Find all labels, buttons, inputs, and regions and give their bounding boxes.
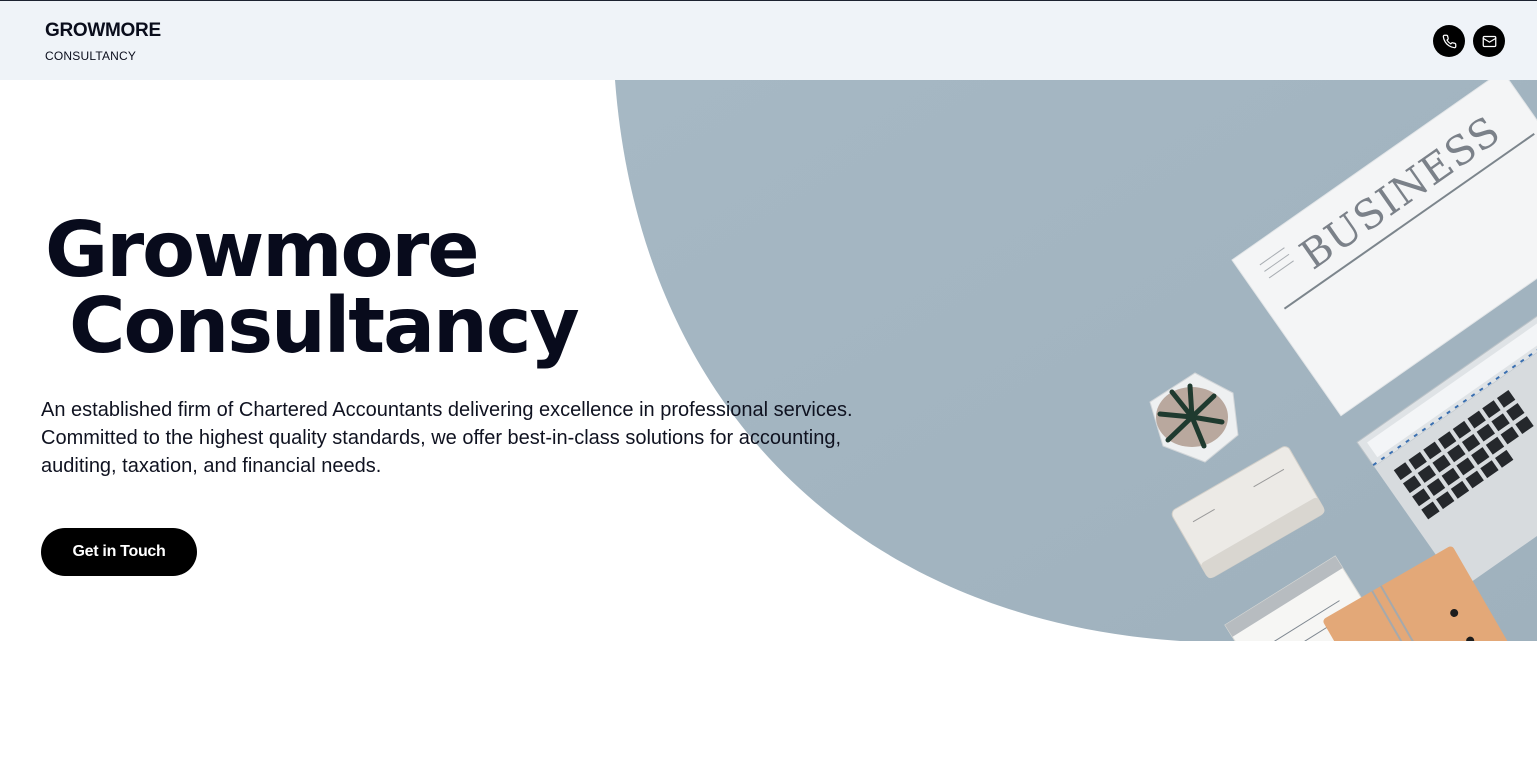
phone-icon — [1442, 34, 1456, 48]
site-header: GROWMORE CONSULTANCY — [0, 1, 1537, 80]
hero-title-line1: Growmore — [45, 206, 480, 295]
brand-logo[interactable]: GROWMORE CONSULTANCY — [45, 20, 161, 63]
hero-title-line2: Consultancy — [69, 282, 580, 371]
phone-button[interactable] — [1433, 25, 1465, 57]
mail-icon — [1482, 35, 1496, 47]
hero-title: Growmore Consultancy — [45, 206, 580, 371]
hero-description: An established firm of Chartered Account… — [41, 399, 853, 477]
brand-subtitle: CONSULTANCY — [45, 49, 137, 63]
mail-button[interactable] — [1473, 25, 1505, 57]
get-in-touch-button[interactable]: Get in Touch — [41, 528, 197, 576]
brand-name: GROWMORE — [45, 20, 161, 41]
